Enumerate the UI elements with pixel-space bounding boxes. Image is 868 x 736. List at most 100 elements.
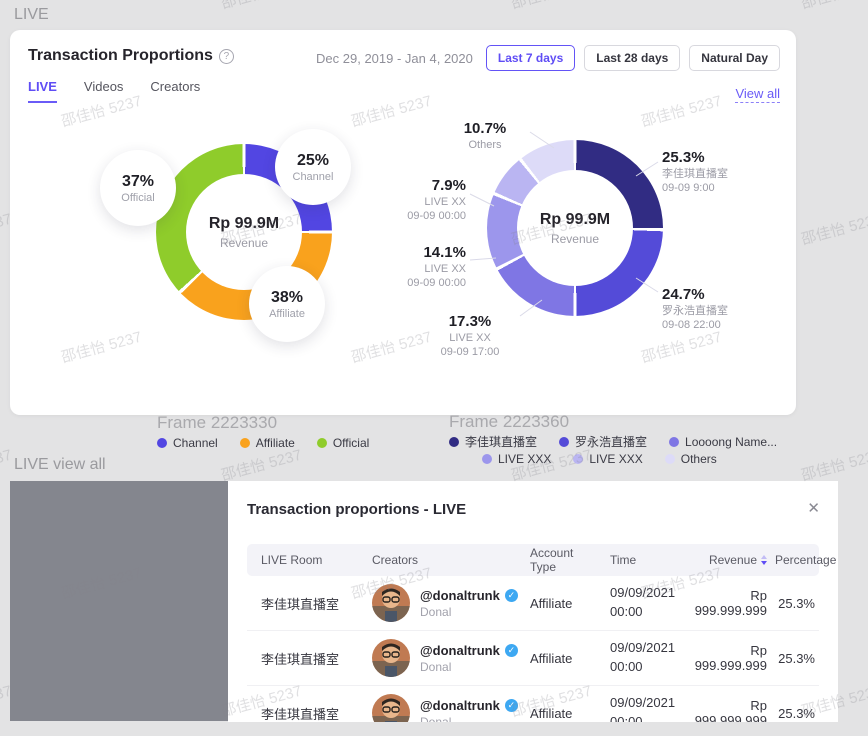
creator-cell: @donaltrunk ✓ Donal — [364, 639, 522, 677]
revenue-value: Rp 99.9M — [540, 211, 610, 229]
revenue-cell: Rp 999.999.999 — [692, 698, 767, 722]
percentage-cell: 25.3% — [767, 651, 819, 666]
percentage-cell: 25.3% — [767, 706, 819, 721]
natural-day-button[interactable]: Natural Day — [689, 45, 780, 71]
time-cell: 09/09/2021 00:00 — [602, 694, 692, 722]
transaction-proportions-modal: Transaction proportions - LIVE ✕ LIVE Ro… — [228, 481, 838, 722]
creator-handle[interactable]: @donaltrunk — [420, 643, 500, 658]
modal-title: Transaction proportions - LIVE — [247, 501, 466, 518]
figma-canvas: LIVE Transaction Proportions ? Dec 29, 2… — [0, 0, 868, 736]
table-row: 李佳琪直播室 @donaltrunk ✓ Donal Affiliate — [247, 631, 819, 686]
room3-dot — [669, 437, 679, 447]
close-icon[interactable]: ✕ — [807, 499, 820, 517]
affiliate-pct: 38% — [271, 289, 303, 307]
legend-item-room3: Loooong Name... — [669, 435, 777, 449]
verified-icon: ✓ — [505, 644, 518, 657]
affiliate-label-bubble: 38% Affiliate — [249, 266, 325, 342]
official-name: Official — [121, 192, 154, 204]
legend-item-livexxx1: LIVE XXX — [482, 452, 551, 466]
account-type-legend: Channel Affiliate Official — [157, 436, 369, 450]
tab-live[interactable]: LIVE — [28, 79, 57, 103]
account-type-cell: Affiliate — [522, 596, 602, 611]
channel-label-bubble: 25% Channel — [275, 129, 351, 205]
creator-name: Donal — [420, 660, 518, 674]
live-room-donut-chart: Rp 99.9M Revenue — [487, 140, 663, 316]
frame-2223360-label: Frame 2223360 — [449, 412, 569, 432]
creator-cell: @donaltrunk ✓ Donal — [364, 584, 522, 622]
verified-icon: ✓ — [505, 589, 518, 602]
card-title: Transaction Proportions — [28, 47, 213, 65]
legend-item-affiliate: Affiliate — [240, 436, 295, 450]
creator-handle[interactable]: @donaltrunk — [420, 588, 500, 603]
revenue-label: Revenue — [551, 232, 599, 246]
tab-videos[interactable]: Videos — [84, 79, 124, 103]
live-room-legend-row1: 李佳琪直播室 罗永浩直播室 Loooong Name... — [449, 433, 777, 450]
tab-creators[interactable]: Creators — [150, 79, 200, 103]
last-7-days-button[interactable]: Last 7 days — [486, 45, 575, 71]
official-label-bubble: 37% Official — [100, 150, 176, 226]
channel-dot — [157, 438, 167, 448]
time-cell: 09/09/2021 00:00 — [602, 639, 692, 677]
section-label-live: LIVE — [14, 6, 49, 24]
official-dot — [317, 438, 327, 448]
table-row: 李佳琪直播室 @donaltrunk ✓ Donal Affiliate — [247, 686, 819, 722]
time-cell: 09/09/2021 00:00 — [602, 584, 692, 622]
live-room-cell: 李佳琪直播室 — [247, 594, 364, 613]
live-room-cell: 李佳琪直播室 — [247, 649, 364, 668]
creator-avatar — [372, 584, 410, 622]
last-28-days-button[interactable]: Last 28 days — [584, 45, 680, 71]
creator-name: Donal — [420, 605, 518, 619]
col-live-room: LIVE Room — [247, 553, 364, 567]
legend-item-livexxx2: LIVE XXX — [573, 452, 642, 466]
room1-dot — [449, 437, 459, 447]
affiliate-dot — [240, 438, 250, 448]
col-percentage: Percentage — [767, 553, 819, 567]
legend-item-official: Official — [317, 436, 369, 450]
livexxx1-dot — [482, 454, 492, 464]
transaction-proportions-card: Transaction Proportions ? Dec 29, 2019 -… — [10, 30, 796, 415]
legend-item-channel: Channel — [157, 436, 218, 450]
revenue-cell: Rp 999.999.999 — [692, 643, 767, 673]
table-header-row: LIVE Room Creators Account Type Time Rev… — [247, 544, 819, 576]
section-label-live-view-all: LIVE view all — [14, 456, 106, 474]
card-title-row: Transaction Proportions ? — [28, 47, 234, 65]
legend-item-room2: 罗永浩直播室 — [559, 433, 647, 450]
room2-dot — [559, 437, 569, 447]
callout-25-3: 25.3% 李佳琪直播室 09-09 9:00 — [662, 149, 772, 195]
frame-2223330-label: Frame 2223330 — [157, 413, 277, 433]
affiliate-name: Affiliate — [269, 308, 305, 320]
callout-others: 10.7% Others — [440, 120, 530, 153]
date-range-text: Dec 29, 2019 - Jan 4, 2020 — [316, 51, 473, 66]
livexxx2-dot — [573, 454, 583, 464]
col-time: Time — [602, 553, 692, 567]
creator-avatar — [372, 694, 410, 722]
verified-icon: ✓ — [505, 699, 518, 712]
modal-overlay-panel — [10, 481, 228, 721]
chart-tabs: LIVE Videos Creators — [28, 79, 200, 103]
creator-name: Donal — [420, 715, 518, 723]
view-all-link[interactable]: View all — [735, 86, 780, 103]
creator-handle[interactable]: @donaltrunk — [420, 698, 500, 713]
others-dot — [665, 454, 675, 464]
legend-item-others: Others — [665, 452, 717, 466]
official-pct: 37% — [122, 173, 154, 191]
col-account-type: Account Type — [522, 546, 602, 574]
account-type-cell: Affiliate — [522, 651, 602, 666]
date-controls: Dec 29, 2019 - Jan 4, 2020 Last 7 days L… — [316, 45, 780, 71]
channel-pct: 25% — [297, 152, 329, 170]
account-type-cell: Affiliate — [522, 706, 602, 721]
channel-name: Channel — [293, 171, 334, 183]
callout-7-9: 7.9% LIVE XX 09-09 00:00 — [376, 177, 466, 223]
revenue-cell: Rp 999.999.999 — [692, 588, 767, 618]
percentage-cell: 25.3% — [767, 596, 819, 611]
help-icon[interactable]: ? — [219, 49, 234, 64]
revenue-label: Revenue — [220, 236, 268, 250]
creator-cell: @donaltrunk ✓ Donal — [364, 694, 522, 722]
revenue-value: Rp 99.9M — [209, 215, 279, 233]
callout-14-1: 14.1% LIVE XX 09-09 00:00 — [376, 244, 466, 290]
col-revenue[interactable]: Revenue — [692, 553, 767, 567]
callout-24-7: 24.7% 罗永浩直播室 09-08 22:00 — [662, 286, 772, 332]
live-room-table: LIVE Room Creators Account Type Time Rev… — [247, 544, 819, 722]
legend-item-room1: 李佳琪直播室 — [449, 433, 537, 450]
col-creators: Creators — [364, 553, 522, 567]
